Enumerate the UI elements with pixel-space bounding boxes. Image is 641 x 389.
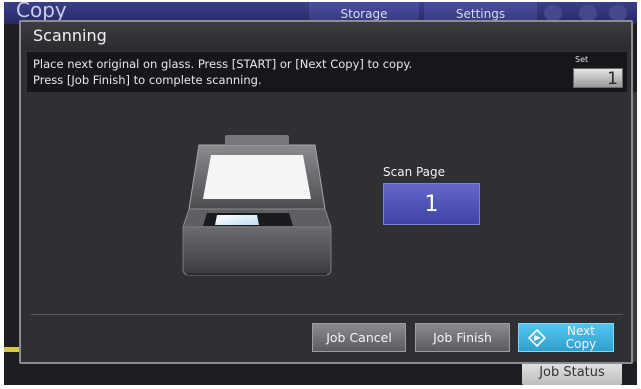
header-icon-1[interactable] — [544, 5, 562, 21]
job-finish-button[interactable]: Job Finish — [415, 323, 510, 352]
app-title: Copy — [16, 2, 67, 22]
job-status-button[interactable]: Job Status — [522, 361, 622, 385]
set-count-display: 1 — [573, 68, 623, 89]
next-copy-label-line-2: Copy — [565, 337, 597, 351]
scan-page-label: Scan Page — [383, 165, 446, 179]
button-divider — [31, 314, 623, 315]
instruction-message: Place next original on glass. Press [STA… — [33, 56, 412, 88]
message-line-1: Place next original on glass. Press [STA… — [33, 57, 413, 71]
dialog-title: Scanning — [21, 22, 631, 50]
header-icon-3[interactable] — [609, 5, 627, 21]
message-line-2: Press [Job Finish] to complete scanning. — [33, 73, 262, 87]
next-copy-label: Next Copy — [551, 325, 611, 351]
next-copy-button[interactable]: Next Copy — [518, 323, 614, 352]
header-icon-2[interactable] — [579, 5, 597, 21]
message-bar: Place next original on glass. Press [STA… — [27, 52, 627, 92]
set-label: Set — [575, 55, 589, 64]
scan-page-count: 1 — [383, 183, 480, 225]
scanner-open-lid-icon — [182, 135, 332, 276]
device-screen: Copy Storage Settings Job Status Scannin… — [4, 2, 637, 385]
scanning-dialog: Scanning Place next original on glass. P… — [19, 20, 633, 364]
diamond-start-icon — [528, 329, 546, 347]
job-cancel-button[interactable]: Job Cancel — [312, 323, 406, 352]
